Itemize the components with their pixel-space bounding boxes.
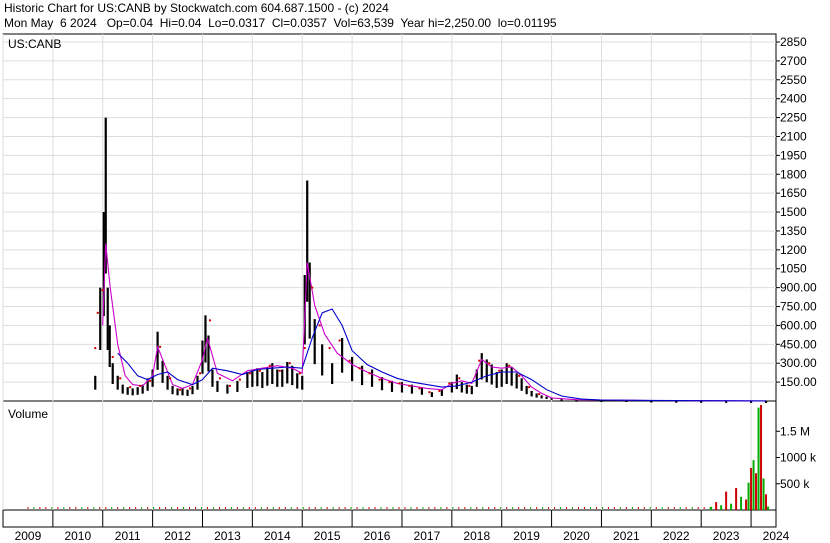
y-tick-label: 900.00 bbox=[780, 281, 817, 295]
y-tick-label: 1050 bbox=[780, 262, 807, 276]
y-tick-label: 1200 bbox=[780, 243, 807, 257]
x-tick-label: 2024 bbox=[763, 529, 790, 543]
price-dot bbox=[408, 384, 411, 387]
price-dot bbox=[288, 362, 291, 365]
price-dot bbox=[179, 388, 182, 391]
y-tick-label: 1350 bbox=[780, 224, 807, 238]
y-tick-label: 450.00 bbox=[780, 337, 817, 351]
price-dot bbox=[94, 347, 97, 350]
price-dot bbox=[398, 382, 401, 385]
price-dot bbox=[428, 391, 431, 394]
price-dot bbox=[303, 347, 306, 350]
price-dot bbox=[458, 377, 461, 380]
price-dot bbox=[278, 369, 281, 372]
price-dot bbox=[418, 387, 421, 390]
price-dot bbox=[169, 377, 172, 380]
x-tick-label: 2023 bbox=[713, 529, 740, 543]
x-tick-label: 2020 bbox=[563, 529, 590, 543]
x-tick-label: 2012 bbox=[164, 529, 191, 543]
price-dot bbox=[96, 311, 99, 314]
y-tick-label: 2400 bbox=[780, 92, 807, 106]
x-tick-label: 2010 bbox=[64, 529, 91, 543]
price-panel-label: US:CANB bbox=[8, 37, 61, 51]
volume-tick-label: 1.5 M bbox=[780, 424, 810, 438]
y-tick-label: 2850 bbox=[780, 35, 807, 49]
price-dot bbox=[149, 379, 152, 382]
price-dot bbox=[208, 319, 211, 322]
price-dot bbox=[218, 377, 221, 380]
price-dot bbox=[468, 384, 471, 387]
y-tick-label: 150.00 bbox=[780, 375, 817, 389]
price-dot bbox=[348, 359, 351, 362]
price-dot bbox=[311, 286, 314, 289]
chart-svg: 2009 2010 2011 2012 2013 2014 2015 2016 2017 2018… bbox=[2, 33, 817, 543]
y-tick-label: 750.00 bbox=[780, 300, 817, 314]
price-dot bbox=[198, 372, 201, 375]
y-tick-label: 2250 bbox=[780, 111, 807, 125]
price-dot bbox=[488, 362, 491, 365]
price-dot bbox=[438, 389, 441, 392]
price-dot bbox=[119, 377, 122, 380]
price-dot bbox=[448, 382, 451, 385]
x-tick-label: 2017 bbox=[414, 529, 441, 543]
price-dot bbox=[111, 355, 114, 358]
price-dot bbox=[368, 372, 371, 375]
y-tick-label: 300.00 bbox=[780, 356, 817, 370]
y-tick-label: 2100 bbox=[780, 129, 807, 143]
y-tick-label: 1950 bbox=[780, 148, 807, 162]
x-tick-label: 2009 bbox=[15, 529, 42, 543]
stockwatch-chart: Historic Chart for US:CANB by Stockwatch… bbox=[0, 0, 830, 543]
volume-panel-label: Volume bbox=[8, 407, 48, 421]
price-dot bbox=[189, 387, 192, 390]
price-dot bbox=[268, 364, 271, 367]
x-tick-label: 2019 bbox=[513, 529, 540, 543]
volume-panel-frame bbox=[2, 400, 777, 511]
y-tick-label: 1800 bbox=[780, 167, 807, 181]
price-dot bbox=[508, 364, 511, 367]
price-dot bbox=[139, 384, 142, 387]
price-dot bbox=[318, 324, 321, 327]
x-tick-label: 2021 bbox=[613, 529, 640, 543]
price-dot bbox=[129, 386, 132, 389]
x-tick-label: 2016 bbox=[364, 529, 391, 543]
price-dot bbox=[518, 374, 521, 377]
price-dot bbox=[228, 384, 231, 387]
price-dot bbox=[338, 339, 341, 342]
price-dot bbox=[358, 367, 361, 370]
price-dot bbox=[248, 372, 251, 375]
price-dot bbox=[298, 372, 301, 375]
x-tick-label: 2015 bbox=[314, 529, 341, 543]
price-dot bbox=[498, 369, 501, 372]
x-tick-label: 2011 bbox=[115, 529, 141, 543]
price-dot bbox=[159, 345, 162, 348]
y-tick-label: 2550 bbox=[780, 73, 807, 87]
x-tick-label: 2022 bbox=[663, 529, 690, 543]
price-dot bbox=[258, 369, 261, 372]
y-tick-label: 600.00 bbox=[780, 318, 817, 332]
price-dot bbox=[388, 381, 391, 384]
x-tick-label: 2013 bbox=[214, 529, 241, 543]
price-dot bbox=[538, 393, 541, 396]
volume-tick-label: 1000 k bbox=[780, 451, 817, 465]
x-tick-label: 2014 bbox=[264, 529, 291, 543]
date-axis-frame bbox=[2, 509, 777, 528]
price-dot bbox=[478, 359, 481, 362]
price-dot bbox=[101, 289, 104, 292]
price-dot bbox=[528, 386, 531, 389]
price-dot bbox=[378, 378, 381, 381]
y-tick-label: 1500 bbox=[780, 205, 807, 219]
price-dot bbox=[238, 378, 241, 381]
y-tick-label: 1650 bbox=[780, 186, 807, 200]
price-dot bbox=[328, 347, 331, 350]
y-tick-label: 2700 bbox=[780, 54, 807, 68]
price-panel-frame bbox=[2, 33, 777, 402]
volume-tick-label: 500 k bbox=[780, 477, 810, 491]
x-tick-label: 2018 bbox=[463, 529, 490, 543]
